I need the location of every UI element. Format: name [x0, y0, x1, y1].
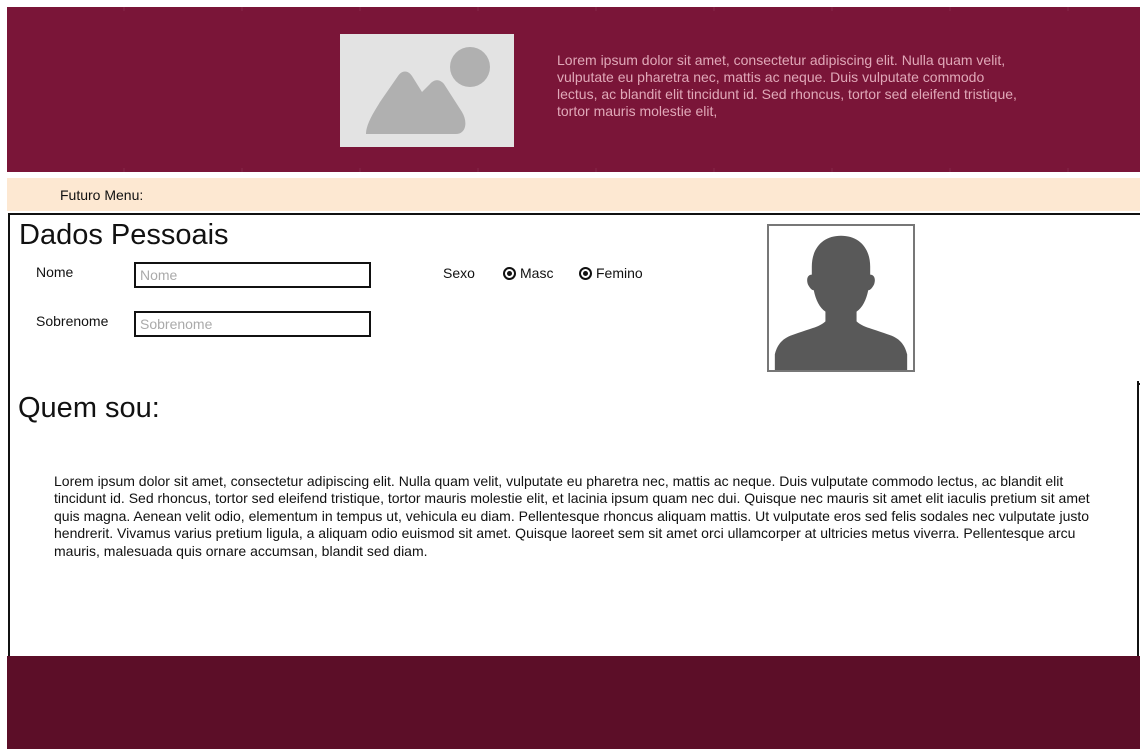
personal-data-panel: Dados Pessoais Nome Sobrenome Sexo Masc …: [8, 213, 1140, 385]
sexo-masc-option[interactable]: Masc: [503, 265, 553, 281]
personal-data-title: Dados Pessoais: [19, 219, 229, 251]
footer: [7, 656, 1140, 749]
radio-femino-label: Femino: [596, 265, 643, 281]
header-banner: Lorem ipsum dolor sit amet, consectetur …: [7, 7, 1140, 172]
radio-femino[interactable]: [579, 266, 592, 280]
sexo-femino-option[interactable]: Femino: [579, 265, 643, 281]
sexo-label: Sexo: [443, 265, 475, 281]
menu-label: Futuro Menu:: [60, 187, 144, 203]
radio-masc[interactable]: [503, 266, 516, 280]
user-silhouette-icon[interactable]: [767, 224, 915, 372]
nome-input[interactable]: [134, 262, 371, 288]
header-intro-text: Lorem ipsum dolor sit amet, consectetur …: [557, 52, 1017, 119]
sobrenome-label: Sobrenome: [36, 313, 109, 329]
about-panel: Quem sou: Lorem ipsum dolor sit amet, co…: [8, 381, 1139, 656]
menu-bar: Futuro Menu:: [7, 178, 1140, 211]
image-placeholder-icon: [340, 34, 514, 147]
sobrenome-input[interactable]: [134, 311, 371, 337]
radio-masc-label: Masc: [520, 265, 554, 281]
about-title: Quem sou:: [18, 392, 160, 424]
about-text: Lorem ipsum dolor sit amet, consectetur …: [54, 473, 1090, 559]
nome-label: Nome: [36, 264, 74, 280]
